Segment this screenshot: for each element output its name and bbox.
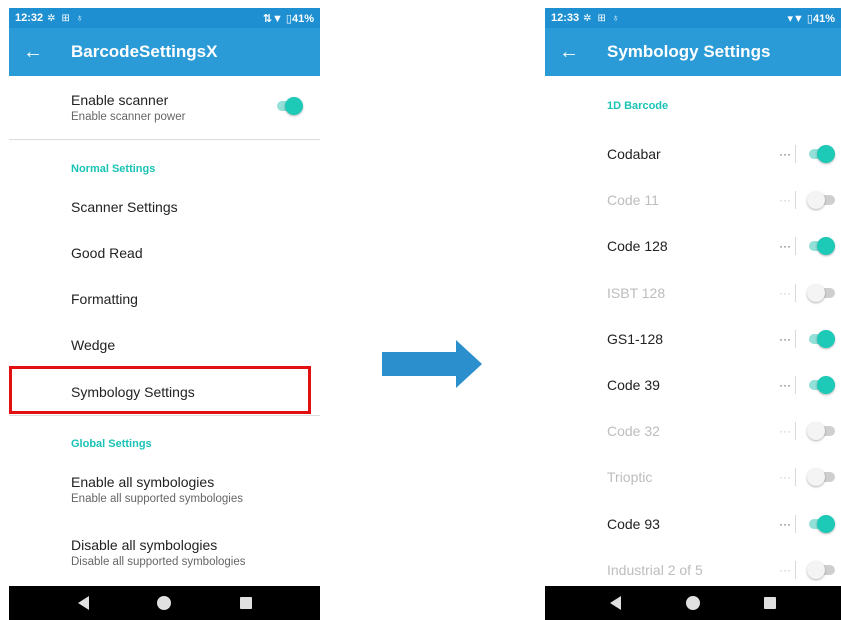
symbology-toggle[interactable] (807, 514, 835, 534)
app-bar: ← BarcodeSettingsX (9, 28, 320, 76)
symbology-row[interactable]: Code 32 ··· (607, 408, 841, 454)
status-right-icons: ▾▼ ▯41% (787, 12, 835, 25)
symbology-toggle[interactable] (807, 329, 835, 349)
disable-all-title: Disable all symbologies (71, 537, 218, 553)
nav-bar (545, 586, 841, 620)
nav-bar (9, 586, 320, 620)
back-arrow-icon[interactable]: ← (9, 41, 57, 64)
more-options-icon[interactable]: ··· (779, 454, 791, 500)
status-time: 12:33 (551, 12, 580, 24)
separator (795, 560, 796, 579)
nav-back-icon[interactable] (77, 596, 89, 610)
enable-all-subtitle: Enable all supported symbologies (71, 493, 243, 505)
status-bar: 12:32 ✲ ⊞ ♁ ⇅▼ ▯41% (9, 8, 320, 28)
symbology-row[interactable]: Trioptic ··· (607, 454, 841, 500)
disable-all-symbologies-item[interactable]: Disable all symbologies Disable all supp… (71, 537, 320, 568)
separator (795, 191, 796, 210)
separator (795, 329, 796, 348)
disable-all-subtitle: Disable all supported symbologies (71, 556, 246, 568)
wedge-label: Wedge (71, 337, 116, 353)
separator (795, 514, 796, 533)
scanner-settings-item[interactable]: Scanner Settings (71, 199, 320, 215)
more-options-icon[interactable]: ··· (779, 408, 791, 454)
more-options-icon[interactable]: ··· (779, 316, 791, 362)
more-options-icon[interactable]: ··· (779, 362, 791, 408)
separator (795, 283, 796, 302)
symbology-row[interactable]: Code 93 ··· (607, 501, 841, 547)
status-bar: 12:33 ✲ ⊞ ♁ ▾▼ ▯41% (545, 8, 841, 28)
separator (795, 422, 796, 441)
status-right-icons: ⇅▼ ▯41% (262, 12, 314, 25)
separator (795, 468, 796, 487)
nav-home-icon[interactable] (157, 596, 171, 610)
good-read-label: Good Read (71, 245, 143, 261)
divider (9, 139, 320, 140)
nav-recents-icon[interactable] (239, 597, 252, 609)
nav-home-icon[interactable] (685, 596, 700, 610)
symbology-label: Trioptic (607, 469, 653, 486)
app-title: Symbology Settings (607, 42, 771, 61)
symbology-toggle[interactable] (807, 190, 835, 210)
global-settings-header: Global Settings (71, 438, 152, 450)
separator (795, 376, 796, 394)
symbology-toggle[interactable] (807, 421, 835, 441)
enable-all-symbologies-item[interactable]: Enable all symbologies Enable all suppor… (71, 474, 320, 505)
symbology-label: ISBT 128 (607, 284, 666, 301)
symbology-toggle[interactable] (807, 467, 835, 487)
symbology-label: GS1-128 (607, 330, 664, 347)
app-bar: ← Symbology Settings (545, 28, 841, 76)
scanner-icon: ⊞ (597, 12, 606, 24)
symbology-label: Codabar (607, 146, 661, 162)
symbology-label: Code 128 (607, 238, 668, 255)
scanner-icon: ⊞ (61, 12, 70, 24)
back-arrow-icon[interactable]: ← (545, 41, 593, 64)
formatting-item[interactable]: Formatting (71, 291, 320, 307)
symbology-toggle[interactable] (807, 236, 835, 256)
more-options-icon[interactable]: ··· (779, 270, 791, 316)
phone-left-screen: 12:32 ✲ ⊞ ♁ ⇅▼ ▯41% ← BarcodeSettingsX E… (9, 8, 320, 620)
more-options-icon[interactable]: ··· (779, 177, 791, 223)
symbology-toggle[interactable] (807, 144, 835, 164)
more-options-icon[interactable]: ··· (779, 223, 791, 269)
good-read-item[interactable]: Good Read (71, 245, 320, 261)
usb-icon: ♁ (611, 12, 620, 24)
symbology-label: Code 11 (607, 192, 659, 209)
app-title: BarcodeSettingsX (71, 42, 218, 61)
settings-icon: ✲ (583, 12, 592, 24)
symbology-row[interactable]: Codabar ··· (607, 131, 841, 177)
symbology-row[interactable]: Code 128 ··· (607, 223, 841, 269)
separator (795, 145, 796, 163)
symbology-row[interactable]: ISBT 128 ··· (607, 270, 841, 316)
phone-right-screen: 12:33 ✲ ⊞ ♁ ▾▼ ▯41% ← Symbology Settings… (545, 8, 841, 620)
more-options-icon[interactable]: ··· (779, 501, 791, 547)
symbology-row[interactable]: Code 39 ··· (607, 362, 841, 408)
more-options-icon[interactable]: ··· (779, 131, 791, 177)
nav-recents-icon[interactable] (764, 597, 777, 609)
enable-scanner-toggle[interactable] (275, 96, 303, 116)
symbology-toggle[interactable] (807, 375, 835, 395)
separator (795, 237, 796, 256)
symbology-label: Code 93 (607, 515, 660, 532)
formatting-label: Formatting (71, 291, 138, 307)
symbology-label: Code 32 (607, 423, 660, 440)
nav-back-icon[interactable] (609, 596, 621, 610)
symbology-label: Code 39 (607, 377, 660, 393)
enable-all-title: Enable all symbologies (71, 474, 215, 490)
settings-icon: ✲ (47, 12, 56, 24)
symbology-row[interactable]: Code 11 ··· (607, 177, 841, 223)
status-time: 12:32 (15, 12, 44, 24)
normal-settings-header: Normal Settings (71, 163, 156, 175)
usb-icon: ♁ (75, 12, 84, 24)
1d-barcode-header: 1D Barcode (607, 100, 669, 112)
symbology-toggle[interactable] (807, 560, 835, 580)
divider (9, 415, 320, 416)
symbology-row[interactable]: GS1-128 ··· (607, 316, 841, 362)
transition-arrow-icon (382, 340, 482, 388)
wedge-item[interactable]: Wedge (71, 337, 320, 353)
symbology-toggle[interactable] (807, 283, 835, 303)
scanner-settings-label: Scanner Settings (71, 199, 178, 215)
highlight-box (9, 366, 311, 414)
